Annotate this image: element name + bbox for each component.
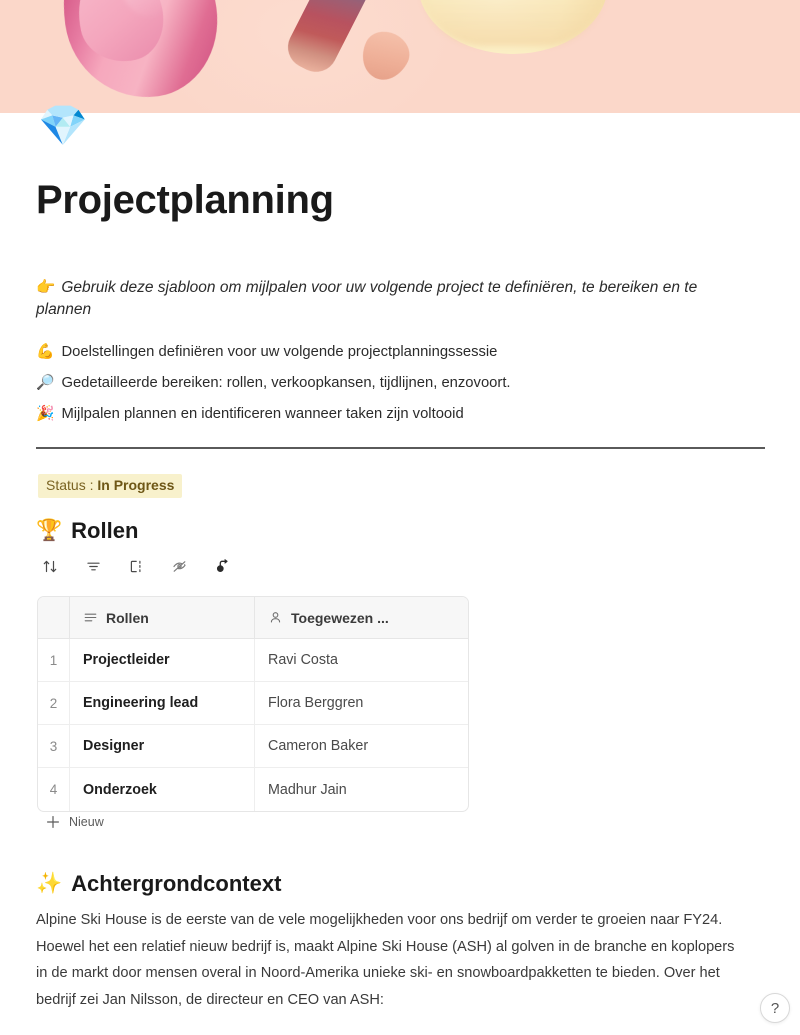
column-header-label: Rollen	[106, 609, 149, 626]
add-new-row-button[interactable]: Nieuw	[46, 815, 104, 829]
horizontal-divider	[36, 447, 765, 449]
cell-rollen[interactable]: Projectleider	[70, 639, 255, 681]
sort-icon[interactable]	[38, 554, 62, 578]
filter-icon[interactable]	[81, 554, 105, 578]
section-heading-text: Achtergrondcontext	[71, 871, 282, 896]
table-row[interactable]: 4 Onderzoek Madhur Jain	[38, 768, 468, 811]
pointing-right-icon: 👉	[36, 279, 56, 296]
column-header-label: Toegewezen ...	[291, 609, 389, 626]
text-lines-icon	[83, 610, 98, 625]
row-number: 1	[38, 639, 70, 681]
table-row[interactable]: 1 Projectleider Ravi Costa	[38, 639, 468, 682]
group-icon[interactable]	[124, 554, 148, 578]
page-cover-banner	[0, 0, 800, 113]
row-number: 3	[38, 725, 70, 767]
page-icon-diamond-emoji[interactable]: 💎	[38, 102, 88, 150]
document-page: 💎 Projectplanning 👉 Gebruik deze sjabloon…	[0, 0, 800, 1035]
cell-rollen[interactable]: Onderzoek	[70, 768, 255, 811]
page-title: Projectplanning	[36, 178, 334, 222]
party-popper-icon: 🎉	[36, 406, 55, 422]
status-label: Status :	[46, 477, 98, 493]
bullet-text: Mijlpalen plannen en identificeren wanne…	[61, 406, 464, 422]
bullet-text: Doelstellingen definiëren voor uw volgen…	[61, 344, 498, 360]
context-paragraph: Alpine Ski House is de eerste van de vel…	[36, 912, 735, 1008]
bullet-item: 🔎 Gedetailleerde bereiken: rollen, verkoo…	[36, 373, 756, 394]
share-view-icon[interactable]	[210, 554, 234, 578]
table-header-row: Rollen Toegewezen ...	[38, 597, 468, 639]
bullet-text: Gedetailleerde bereiken: rollen, verkoop…	[61, 375, 511, 391]
column-header-rollen[interactable]: Rollen	[70, 597, 255, 638]
plus-icon	[46, 815, 60, 829]
flexed-biceps-icon: 💪	[36, 344, 55, 360]
cell-toegewezen[interactable]: Flora Berggren	[255, 682, 468, 724]
cell-toegewezen[interactable]: Madhur Jain	[255, 768, 468, 811]
rollen-table: Rollen Toegewezen ... 1 Projectleider Ra…	[37, 596, 469, 812]
row-number: 2	[38, 682, 70, 724]
bullet-item: 🎉 Mijlpalen plannen en identificeren wann…	[36, 404, 756, 425]
column-header-toegewezen[interactable]: Toegewezen ...	[255, 597, 468, 638]
help-button[interactable]: ?	[760, 993, 790, 1023]
person-icon	[268, 610, 283, 625]
section-heading-achtergrondcontext: ✨ Achtergrondcontext	[36, 869, 281, 899]
hide-fields-icon[interactable]	[167, 554, 191, 578]
section-heading-rollen: 🏆 Rollen	[36, 516, 138, 546]
cell-toegewezen[interactable]: Cameron Baker	[255, 725, 468, 767]
row-number: 4	[38, 768, 70, 811]
cell-toegewezen[interactable]: Ravi Costa	[255, 639, 468, 681]
cell-rollen[interactable]: Engineering lead	[70, 682, 255, 724]
row-number-header	[38, 597, 70, 638]
table-view-toolbar	[38, 554, 234, 578]
section-heading-text: Rollen	[71, 518, 139, 543]
status-value: In Progress	[97, 477, 175, 493]
intro-callout: 👉 Gebruik deze sjabloon om mijlpalen voor…	[36, 277, 756, 321]
trophy-icon: 🏆	[36, 519, 63, 542]
cell-rollen[interactable]: Designer	[70, 725, 255, 767]
add-new-row-label: Nieuw	[69, 815, 104, 829]
magnifying-glass-icon: 🔎	[36, 375, 55, 391]
bullet-item: 💪 Doelstellingen definiëren voor uw volge…	[36, 342, 756, 363]
status-badge: Status : In Progress	[38, 474, 183, 498]
table-row[interactable]: 2 Engineering lead Flora Berggren	[38, 682, 468, 725]
intro-text: Gebruik deze sjabloon om mijlpalen voor …	[36, 279, 698, 318]
table-row[interactable]: 3 Designer Cameron Baker	[38, 725, 468, 768]
sparkles-icon: ✨	[36, 872, 63, 895]
